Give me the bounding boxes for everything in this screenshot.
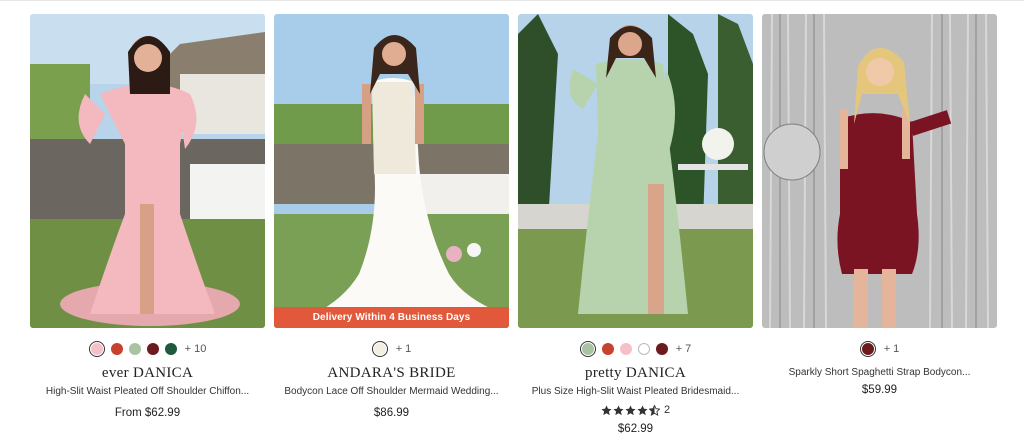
- product-card[interactable]: + 10 ever DANICA High-Slit Waist Pleated…: [30, 14, 265, 419]
- more-colors[interactable]: + 1: [396, 343, 412, 355]
- star-icon: [625, 404, 636, 415]
- swatch-pink[interactable]: [88, 341, 105, 357]
- swatch-white[interactable]: [637, 343, 650, 355]
- more-colors[interactable]: + 10: [185, 343, 207, 355]
- more-colors[interactable]: + 1: [884, 343, 900, 355]
- brand-name: ever DANICA: [101, 365, 194, 381]
- rating-count[interactable]: 2: [664, 404, 670, 416]
- product-image[interactable]: Delivery Within 4 Business Days: [274, 14, 509, 328]
- color-swatches: + 1: [762, 340, 997, 358]
- swatch-red[interactable]: [601, 343, 614, 355]
- swatch-green[interactable]: [164, 343, 177, 355]
- product-title[interactable]: Plus Size High-Slit Waist Pleated Brides…: [518, 386, 753, 397]
- star-icon: [637, 404, 648, 415]
- product-image[interactable]: [762, 14, 997, 328]
- product-card[interactable]: + 1 Sparkly Short Spaghetti Strap Bodyco…: [762, 14, 997, 396]
- product-card[interactable]: + 7 pretty DANICA Plus Size High-Slit Wa…: [518, 14, 753, 435]
- product-title[interactable]: High-Slit Waist Pleated Off Shoulder Chi…: [30, 386, 265, 397]
- product-price: From $62.99: [114, 407, 181, 419]
- swatch-burgundy[interactable]: [146, 343, 159, 355]
- star-rating: 2: [518, 403, 753, 417]
- swatch-sage[interactable]: [579, 341, 596, 357]
- swatch-burgundy[interactable]: [859, 341, 876, 357]
- brand-name: pretty DANICA: [585, 365, 686, 381]
- swatch-sage[interactable]: [128, 343, 141, 355]
- star-half-icon: [648, 404, 660, 416]
- swatch-red[interactable]: [110, 343, 123, 355]
- swatch-ivory[interactable]: [371, 341, 388, 357]
- star-icon: [613, 404, 624, 415]
- product-price: $86.99: [373, 407, 410, 419]
- product-grid: + 10 ever DANICA High-Slit Waist Pleated…: [0, 0, 1024, 435]
- swatch-burgundy[interactable]: [655, 343, 668, 355]
- product-image[interactable]: [518, 14, 753, 328]
- more-colors[interactable]: + 7: [676, 343, 692, 355]
- product-title[interactable]: Sparkly Short Spaghetti Strap Bodycon...: [762, 367, 997, 378]
- color-swatches: + 10: [30, 340, 265, 358]
- product-price: $62.99: [617, 423, 654, 435]
- product-title[interactable]: Bodycon Lace Off Shoulder Mermaid Weddin…: [274, 386, 509, 397]
- product-image[interactable]: [30, 14, 265, 328]
- color-swatches: + 1: [274, 340, 509, 358]
- color-swatches: + 7: [518, 340, 753, 358]
- brand-name: ANDARA'S BRIDE: [327, 365, 456, 381]
- delivery-banner: Delivery Within 4 Business Days: [274, 307, 509, 328]
- swatch-pink[interactable]: [619, 343, 632, 355]
- product-card[interactable]: Delivery Within 4 Business Days + 1 ANDA…: [274, 14, 509, 419]
- star-icon: [601, 404, 612, 415]
- product-price: $59.99: [861, 384, 898, 396]
